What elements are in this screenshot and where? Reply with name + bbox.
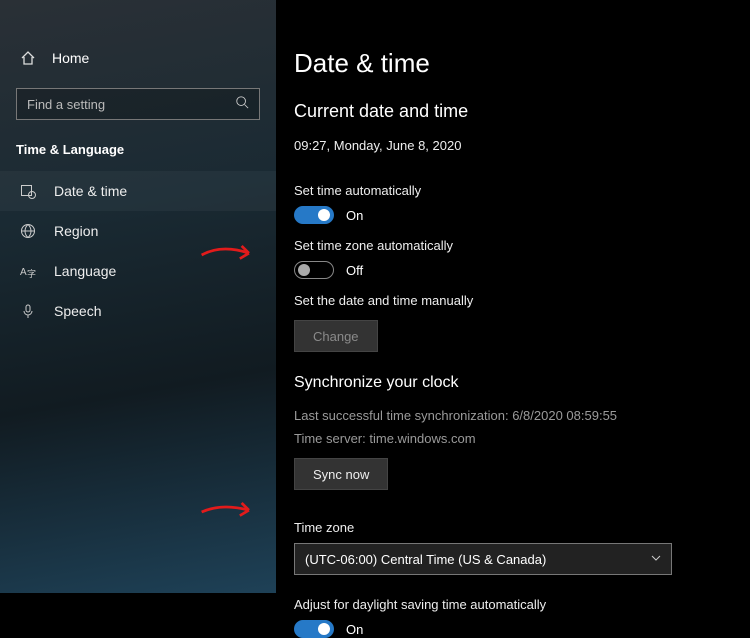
change-button[interactable]: Change xyxy=(294,320,378,352)
page-title: Date & time xyxy=(294,48,750,79)
sidebar-item-label: Date & time xyxy=(54,183,127,199)
toggle-switch[interactable] xyxy=(294,261,334,279)
set-time-auto-toggle[interactable]: On xyxy=(294,206,750,224)
calendar-clock-icon xyxy=(20,183,36,199)
search-input[interactable] xyxy=(16,88,260,120)
set-time-auto-label: Set time automatically xyxy=(294,183,750,198)
toggle-state: Off xyxy=(346,263,363,278)
home-label: Home xyxy=(52,50,89,66)
globe-icon xyxy=(20,223,36,239)
svg-text:字: 字 xyxy=(27,268,36,279)
sidebar-item-speech[interactable]: Speech xyxy=(0,291,276,331)
toggle-switch[interactable] xyxy=(294,206,334,224)
search-icon xyxy=(235,95,249,114)
search-field[interactable] xyxy=(27,97,235,112)
dst-toggle[interactable]: On xyxy=(294,620,750,638)
category-title: Time & Language xyxy=(16,142,260,157)
content-pane: Date & time Current date and time 09:27,… xyxy=(276,0,750,593)
chevron-down-icon xyxy=(651,553,661,566)
current-datetime-value: 09:27, Monday, June 8, 2020 xyxy=(294,138,750,153)
sync-last: Last successful time synchronization: 6/… xyxy=(294,408,750,423)
sync-now-button[interactable]: Sync now xyxy=(294,458,388,490)
toggle-state: On xyxy=(346,622,363,637)
svg-text:A: A xyxy=(20,267,27,278)
sidebar-item-label: Language xyxy=(54,263,116,279)
home-icon xyxy=(20,50,36,66)
toggle-switch[interactable] xyxy=(294,620,334,638)
section-current-heading: Current date and time xyxy=(294,101,750,122)
timezone-value: (UTC-06:00) Central Time (US & Canada) xyxy=(305,552,546,567)
toggle-state: On xyxy=(346,208,363,223)
set-tz-auto-toggle[interactable]: Off xyxy=(294,261,750,279)
timezone-label: Time zone xyxy=(294,520,750,535)
sync-server: Time server: time.windows.com xyxy=(294,431,750,446)
annotation-arrow xyxy=(198,240,258,270)
microphone-icon xyxy=(20,303,36,319)
home-link[interactable]: Home xyxy=(0,42,276,74)
annotation-arrow xyxy=(198,497,258,527)
set-tz-auto-label: Set time zone automatically xyxy=(294,238,750,253)
sync-heading: Synchronize your clock xyxy=(294,374,750,392)
sidebar-item-label: Speech xyxy=(54,303,101,319)
sidebar-item-date-time[interactable]: Date & time xyxy=(0,171,276,211)
timezone-select[interactable]: (UTC-06:00) Central Time (US & Canada) xyxy=(294,543,672,575)
sidebar-item-label: Region xyxy=(54,223,98,239)
language-icon: A字 xyxy=(20,263,36,279)
dst-label: Adjust for daylight saving time automati… xyxy=(294,597,750,612)
manual-set-label: Set the date and time manually xyxy=(294,293,750,308)
